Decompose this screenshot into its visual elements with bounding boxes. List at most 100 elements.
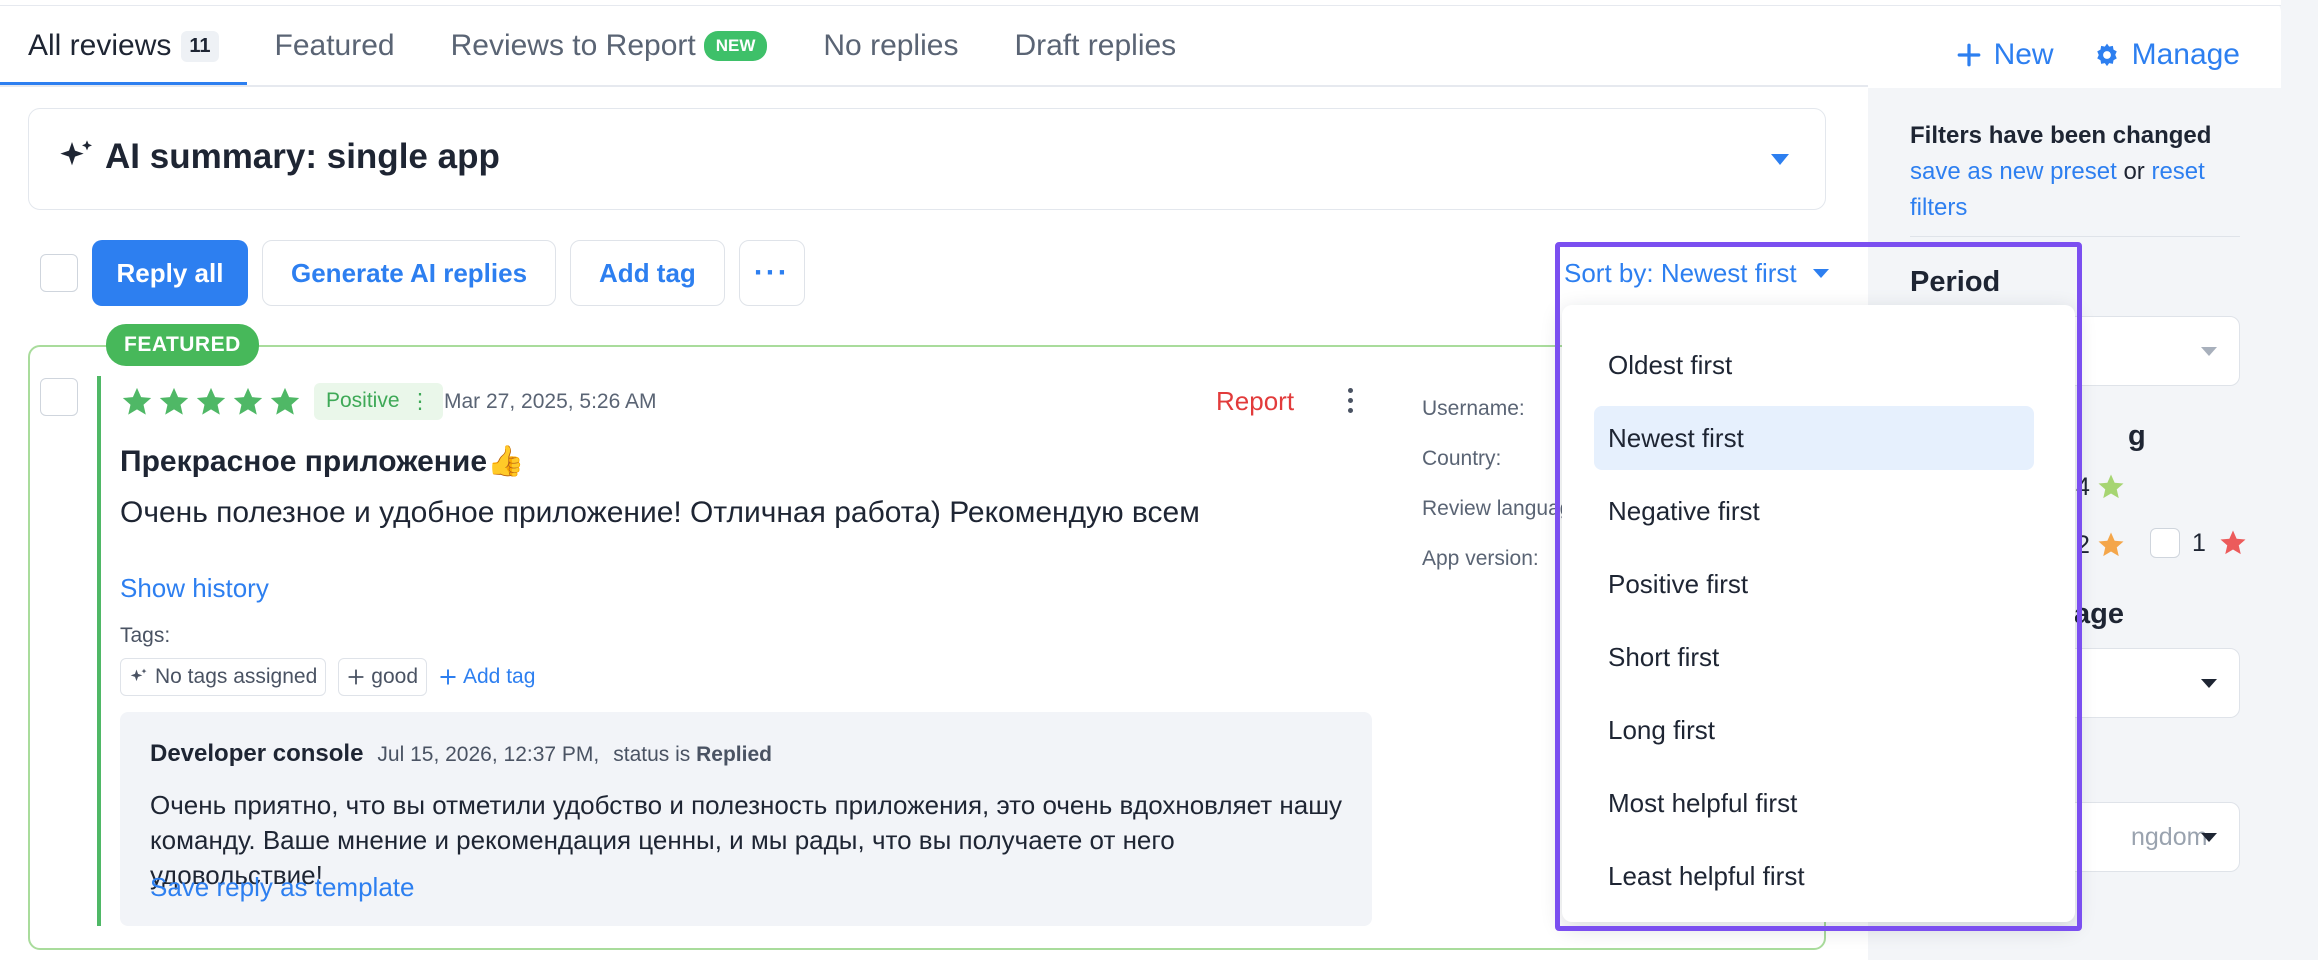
sidebar-divider: [1910, 236, 2240, 237]
sort-dropdown-menu: Oldest first Newest first Negative first Po…: [1562, 305, 2075, 922]
gear-icon: [2096, 43, 2117, 67]
tag-chip-good[interactable]: good: [338, 658, 427, 696]
sort-option[interactable]: Least helpful first: [1594, 844, 2034, 908]
star-icon: [2098, 532, 2124, 557]
meta-country-label: Country:: [1422, 447, 1502, 470]
rating-heading-partial: g: [2128, 420, 2146, 452]
tab-reviews-to-report[interactable]: Reviews to Report NEW: [423, 6, 796, 86]
chevron-down-icon: [1812, 269, 1829, 278]
rating-filter-2[interactable]: 2: [2076, 530, 2126, 560]
tab-label: No replies: [823, 29, 959, 62]
sort-option[interactable]: Newest first: [1594, 406, 2034, 470]
sentiment-menu-icon: ⋮: [409, 390, 431, 413]
app-root: All reviews 11 Featured Reviews to Repor…: [0, 0, 2318, 960]
star-icon: [2098, 474, 2124, 499]
chevron-down-icon: [2201, 679, 2217, 688]
tag-label: good: [371, 665, 418, 688]
report-link[interactable]: Report: [1216, 386, 1294, 417]
tags-label: Tags:: [120, 624, 171, 647]
tab-label: Featured: [274, 29, 395, 62]
sort-option[interactable]: Long first: [1594, 698, 2034, 762]
show-history-link[interactable]: Show history: [120, 573, 269, 604]
tab-draft-replies[interactable]: Draft replies: [986, 6, 1204, 86]
tag-label: No tags assigned: [155, 665, 318, 688]
add-tag-label: Add tag: [463, 665, 536, 688]
tab-divider: [0, 85, 1868, 87]
or-text: or: [2123, 158, 2145, 185]
reply-author: Developer console: [150, 740, 364, 767]
reply-all-button[interactable]: Reply all: [92, 240, 248, 306]
tab-bar: All reviews 11 Featured Reviews to Repor…: [0, 6, 1204, 86]
reply-status: status is Replied: [613, 743, 772, 767]
star-icon: [196, 387, 226, 415]
tab-count-badge: 11: [181, 30, 219, 62]
new-badge: NEW: [703, 31, 768, 61]
kebab-menu-icon[interactable]: [1348, 388, 1353, 413]
star-icon: [270, 387, 300, 415]
review-checkbox[interactable]: [40, 378, 78, 416]
meta-username-label: Username:: [1422, 397, 1525, 420]
sentiment-label: Positive: [326, 389, 400, 412]
sort-option[interactable]: Most helpful first: [1594, 771, 2034, 835]
save-reply-template-link[interactable]: Save reply as template: [150, 872, 414, 903]
review-text: Очень полезное и удобное приложение! Отл…: [120, 496, 1200, 529]
ai-tag-chip[interactable]: No tags assigned: [120, 658, 327, 696]
tab-label: Reviews to Report: [450, 29, 696, 62]
sort-option[interactable]: Negative first: [1594, 479, 2034, 543]
tags-row: No tags assigned good Add tag: [120, 658, 535, 696]
sort-label: Sort by: Newest first: [1564, 258, 1797, 288]
star-rating: [120, 385, 302, 419]
manage-label: Manage: [2131, 38, 2240, 71]
sort-option[interactable]: Oldest first: [1594, 333, 2034, 397]
period-heading: Period: [1910, 266, 2001, 298]
header-actions: New Manage: [1956, 38, 2240, 72]
new-button[interactable]: New: [1956, 38, 2054, 72]
rating-value: 2: [2076, 530, 2090, 559]
star-icon: [2220, 530, 2246, 555]
more-actions-button[interactable]: ···: [738, 240, 805, 306]
bulk-toolbar: Reply all Generate AI replies Add tag ··…: [40, 240, 819, 306]
plus-icon: [1957, 43, 1980, 67]
tab-no-replies[interactable]: No replies: [795, 6, 986, 86]
star-icon: [122, 387, 152, 415]
meta-version-label: App version:: [1422, 547, 1539, 570]
reply-date: Jul 15, 2026, 12:37 PM,: [377, 743, 600, 766]
tab-label: All reviews: [28, 29, 172, 62]
review-date: Mar 27, 2025, 5:26 AM: [444, 390, 657, 413]
filters-changed-title: Filters have been changed: [1910, 122, 2212, 149]
rating-value: 1: [2192, 528, 2206, 557]
ai-summary-title: AI summary: single app: [57, 137, 500, 177]
rating-filter-4[interactable]: 4: [2076, 472, 2126, 502]
plus-icon: [440, 669, 456, 685]
add-tag-link[interactable]: Add tag: [439, 665, 535, 689]
sentiment-badge[interactable]: Positive ⋮: [314, 383, 443, 420]
rating-filter-1[interactable]: 1: [2150, 528, 2248, 558]
reply-status-prefix: status is: [613, 743, 691, 766]
chevron-down-icon[interactable]: [1771, 154, 1789, 165]
ai-summary-panel[interactable]: AI summary: single app: [28, 108, 1826, 210]
add-tag-button[interactable]: Add tag: [570, 240, 725, 306]
manage-button[interactable]: Manage: [2094, 38, 2240, 72]
language-heading-partial: age: [2074, 598, 2124, 630]
sort-option[interactable]: Short first: [1594, 625, 2034, 689]
sparkles-icon: [130, 668, 147, 682]
review-accent-bar: [97, 376, 101, 926]
star-icon: [159, 387, 189, 415]
meta-language-label: Review language: [1422, 497, 1562, 520]
rating-checkbox[interactable]: [2150, 528, 2180, 558]
tab-label: Draft replies: [1014, 29, 1177, 62]
tab-featured[interactable]: Featured: [247, 6, 423, 86]
generate-ai-replies-button[interactable]: Generate AI replies: [262, 240, 557, 306]
review-title: Прекрасное приложение👍: [120, 445, 525, 478]
plus-icon: [348, 669, 364, 685]
save-preset-link[interactable]: save as new preset: [1910, 158, 2117, 185]
sort-dropdown-trigger[interactable]: Sort by: Newest first: [1564, 258, 1829, 289]
sort-option[interactable]: Positive first: [1594, 552, 2034, 616]
developer-reply: Developer console Jul 15, 2026, 12:37 PM…: [120, 712, 1372, 926]
select-all-checkbox[interactable]: [40, 254, 78, 292]
tab-all-reviews[interactable]: All reviews 11: [0, 6, 247, 86]
reply-header: Developer console Jul 15, 2026, 12:37 PM…: [150, 740, 772, 768]
filters-changed-notice: Filters have been changed save as new pr…: [1910, 118, 2260, 226]
ai-summary-label: AI summary: single app: [105, 137, 500, 176]
new-label: New: [1993, 38, 2054, 71]
